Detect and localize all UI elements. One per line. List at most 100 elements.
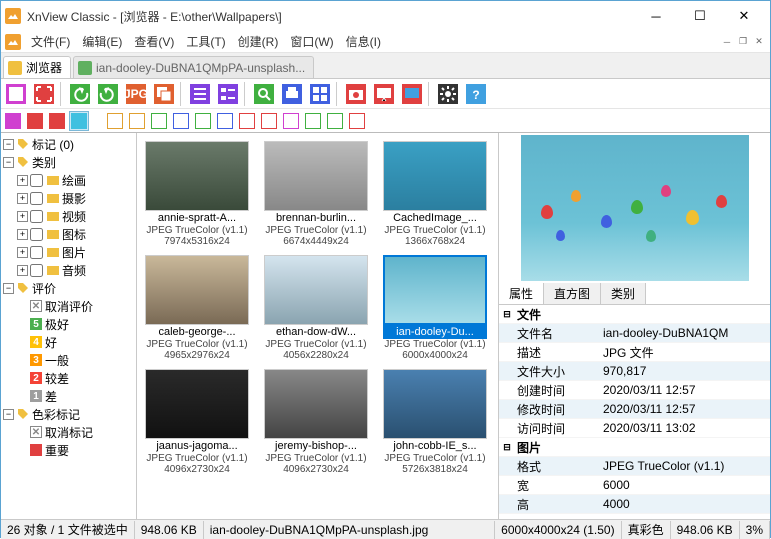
- tree-rating-1[interactable]: 5极好: [1, 315, 136, 333]
- list-button[interactable]: [187, 81, 213, 107]
- tree-rating-4[interactable]: 2较差: [1, 369, 136, 387]
- expand-icon[interactable]: −: [3, 409, 14, 420]
- tb2-16[interactable]: [347, 111, 367, 131]
- tb2-1[interactable]: [3, 111, 23, 131]
- thumbnail-item[interactable]: annie-spratt-A... JPEG TrueColor (v1.1) …: [141, 141, 253, 247]
- batch-button[interactable]: [151, 81, 177, 107]
- tb2-5[interactable]: [105, 111, 125, 131]
- thumbnail-item[interactable]: brennan-burlin... JPEG TrueColor (v1.1) …: [260, 141, 372, 247]
- rating-badge: ✕: [30, 300, 42, 312]
- tree-color[interactable]: −色彩标记: [1, 405, 136, 423]
- menu-tools[interactable]: 工具(T): [180, 31, 231, 52]
- convert-button[interactable]: JPG: [123, 81, 149, 107]
- minimize-button[interactable]: ─: [634, 2, 678, 30]
- tree-rating[interactable]: −评价: [1, 279, 136, 297]
- expand-icon[interactable]: +: [17, 193, 28, 204]
- maximize-button[interactable]: ☐: [678, 2, 722, 30]
- menu-create[interactable]: 创建(R): [232, 31, 285, 52]
- expand-icon[interactable]: +: [17, 247, 28, 258]
- tb2-11[interactable]: [237, 111, 257, 131]
- tab-histogram[interactable]: 直方图: [544, 283, 601, 304]
- tree-cat-0[interactable]: +绘画: [1, 171, 136, 189]
- expand-icon[interactable]: +: [17, 229, 28, 240]
- help-button[interactable]: ?: [463, 81, 489, 107]
- tree-cat-4[interactable]: +图片: [1, 243, 136, 261]
- search-button[interactable]: [251, 81, 277, 107]
- tree-rating-0[interactable]: ✕取消评价: [1, 297, 136, 315]
- rating-badge: 1: [30, 390, 42, 402]
- tb2-14[interactable]: [303, 111, 323, 131]
- tb2-6[interactable]: [127, 111, 147, 131]
- tree-color-0[interactable]: ✕取消标记: [1, 423, 136, 441]
- thumbnail-name: CachedImage_...: [383, 211, 487, 225]
- fullscreen-button[interactable]: [31, 81, 57, 107]
- capture-button[interactable]: [343, 81, 369, 107]
- thumbnail-item[interactable]: jeremy-bishop-... JPEG TrueColor (v1.1) …: [260, 369, 372, 475]
- mdi-restore-icon[interactable]: ❐: [736, 35, 750, 49]
- menu-view[interactable]: 查看(V): [128, 31, 180, 52]
- expand-icon[interactable]: −: [3, 157, 14, 168]
- slideshow-button[interactable]: [371, 81, 397, 107]
- thumbnail-item[interactable]: jaanus-jagoma... JPEG TrueColor (v1.1) 4…: [141, 369, 253, 475]
- rotate-left-button[interactable]: [67, 81, 93, 107]
- tree-rating-3[interactable]: 3一般: [1, 351, 136, 369]
- tree-cat-1[interactable]: +摄影: [1, 189, 136, 207]
- category-checkbox[interactable]: [30, 246, 43, 259]
- thumbnail-item[interactable]: ethan-dow-dW... JPEG TrueColor (v1.1) 40…: [260, 255, 372, 361]
- category-checkbox[interactable]: [30, 264, 43, 277]
- close-button[interactable]: ✕: [722, 2, 766, 30]
- tb2-15[interactable]: [325, 111, 345, 131]
- settings-button[interactable]: [435, 81, 461, 107]
- tb2-4[interactable]: [69, 111, 89, 131]
- menu-bar: 文件(F) 编辑(E) 查看(V) 工具(T) 创建(R) 窗口(W) 信息(I…: [1, 31, 770, 53]
- tb2-7[interactable]: [149, 111, 169, 131]
- tab-categories[interactable]: 类别: [601, 283, 646, 304]
- tab-properties[interactable]: 属性: [499, 283, 544, 304]
- tab-browser[interactable]: 浏览器: [3, 56, 71, 78]
- tb2-9[interactable]: [193, 111, 213, 131]
- mdi-minimize-icon[interactable]: ─: [720, 35, 734, 49]
- tree-cat-5[interactable]: +音频: [1, 261, 136, 279]
- category-checkbox[interactable]: [30, 174, 43, 187]
- tree-rating-2[interactable]: 4好: [1, 333, 136, 351]
- category-checkbox[interactable]: [30, 192, 43, 205]
- expand-icon[interactable]: +: [17, 175, 28, 186]
- menu-file[interactable]: 文件(F): [25, 31, 76, 52]
- tb2-3[interactable]: [47, 111, 67, 131]
- expand-icon[interactable]: −: [3, 283, 14, 294]
- tab-image[interactable]: ian-dooley-DuBNA1QMpPA-unsplash...: [73, 56, 314, 78]
- tree-cat-2[interactable]: +视频: [1, 207, 136, 225]
- tb2-10[interactable]: [215, 111, 235, 131]
- thumbnail-image: [145, 141, 249, 211]
- tree-cat-3[interactable]: +图标: [1, 225, 136, 243]
- menu-info[interactable]: 信息(I): [340, 31, 387, 52]
- view-mode-button[interactable]: [3, 81, 29, 107]
- category-checkbox[interactable]: [30, 210, 43, 223]
- rotate-right-button[interactable]: [95, 81, 121, 107]
- tb2-8[interactable]: [171, 111, 191, 131]
- tb2-13[interactable]: [281, 111, 301, 131]
- grid-button[interactable]: [307, 81, 333, 107]
- print-button[interactable]: [279, 81, 305, 107]
- thumbnail-item[interactable]: caleb-george-... JPEG TrueColor (v1.1) 4…: [141, 255, 253, 361]
- wallpaper-button[interactable]: [399, 81, 425, 107]
- tb2-12[interactable]: [259, 111, 279, 131]
- expand-icon[interactable]: +: [17, 265, 28, 276]
- thumbnail-item[interactable]: ian-dooley-Du... JPEG TrueColor (v1.1) 6…: [379, 255, 491, 361]
- thumbnail-item[interactable]: john-cobb-IE_s... JPEG TrueColor (v1.1) …: [379, 369, 491, 475]
- expand-icon[interactable]: +: [17, 211, 28, 222]
- menu-window[interactable]: 窗口(W): [284, 31, 339, 52]
- tree-tags[interactable]: −标记 (0): [1, 135, 136, 153]
- thumbnail-item[interactable]: CachedImage_... JPEG TrueColor (v1.1) 13…: [379, 141, 491, 247]
- collapse-icon[interactable]: ⊟: [499, 442, 515, 453]
- collapse-icon[interactable]: ⊟: [499, 309, 515, 320]
- menu-edit[interactable]: 编辑(E): [76, 31, 128, 52]
- details-button[interactable]: [215, 81, 241, 107]
- category-checkbox[interactable]: [30, 228, 43, 241]
- tb2-2[interactable]: [25, 111, 45, 131]
- tree-color-1[interactable]: 重要: [1, 441, 136, 459]
- mdi-close-icon[interactable]: ✕: [752, 35, 766, 49]
- tree-categories[interactable]: −类别: [1, 153, 136, 171]
- tree-rating-5[interactable]: 1差: [1, 387, 136, 405]
- expand-icon[interactable]: −: [3, 139, 14, 150]
